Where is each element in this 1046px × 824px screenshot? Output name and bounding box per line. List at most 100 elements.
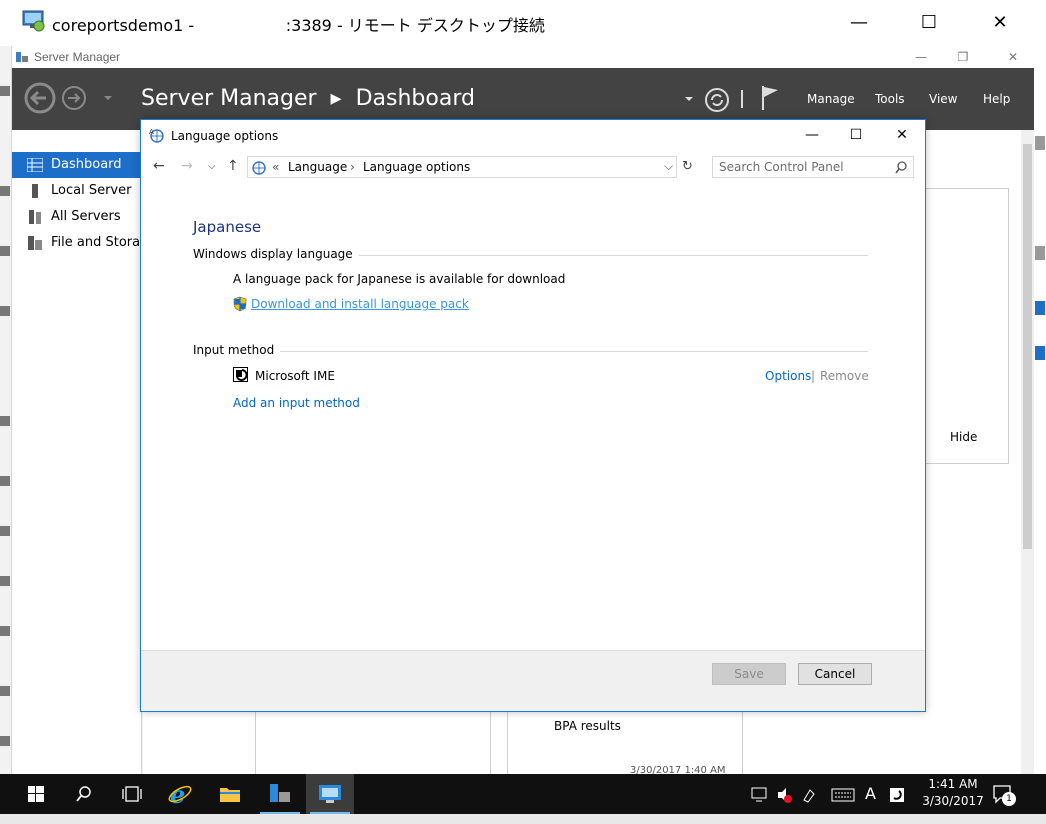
nav-item-dashboard[interactable]: Dashboard	[12, 152, 142, 178]
breadcrumb-separator-icon: ›	[350, 160, 355, 174]
ime-icon	[233, 367, 248, 382]
menu-tools[interactable]: Tools	[875, 92, 905, 106]
flag-icon[interactable]	[760, 84, 782, 112]
clock-date: 3/30/2017	[922, 794, 984, 808]
server-manager-icon	[270, 784, 290, 802]
search-button[interactable]	[60, 774, 108, 814]
address-box[interactable]: « Language › Language options ⌵	[247, 156, 677, 178]
system-tray-icons[interactable]	[750, 786, 910, 804]
back-forward-icon[interactable]	[24, 82, 114, 114]
refresh-icon[interactable]	[704, 87, 730, 113]
dialog-maximize-button[interactable]: ☐	[833, 122, 879, 148]
file-explorer-button[interactable]	[206, 774, 254, 814]
ime-name: Microsoft IME	[255, 369, 335, 383]
bpa-results-label: BPA results	[554, 719, 621, 733]
servers-icon	[29, 210, 41, 224]
nav-item-label: File and Storage Services	[51, 235, 142, 250]
notification-badge: 1	[1002, 792, 1016, 806]
rdp-titlebar: coreportsdemo1 - :3389 - リモート デスクトップ接続 —…	[0, 0, 1046, 46]
nav-item-file-storage[interactable]: File and Storage Services	[12, 230, 142, 256]
chevron-down-icon[interactable]	[684, 94, 694, 104]
action-center-button[interactable]: 1	[990, 782, 1020, 808]
search-box[interactable]	[712, 156, 914, 178]
input-method-section: Input method	[193, 343, 868, 359]
nav-item-label: All Servers	[51, 209, 121, 224]
task-view-button[interactable]	[108, 774, 156, 814]
dialog-close-button[interactable]: ✕	[879, 122, 925, 148]
divider	[741, 90, 743, 108]
hide-link[interactable]: Hide	[950, 430, 977, 444]
windows-logo-icon	[28, 786, 44, 802]
breadcrumb-language-options[interactable]: Language options	[363, 160, 470, 174]
close-button[interactable]: ✕	[977, 8, 1023, 38]
refresh-icon[interactable]: ↻	[682, 159, 693, 174]
dialog-title: Language options	[171, 129, 279, 143]
add-input-method-link[interactable]: Add an input method	[233, 396, 360, 410]
sm-restore-button[interactable]: ❐	[946, 46, 980, 68]
rdp-window-title: coreportsdemo1 - :3389 - リモート デスクトップ接続	[52, 16, 545, 35]
menu-help[interactable]: Help	[983, 92, 1010, 106]
server-manager-titlebar: Server Manager — ❐ ✕	[12, 46, 1034, 68]
taskbar: e A 1:41 AM 3/30/2017 1	[0, 774, 1046, 814]
options-link[interactable]: Options	[765, 369, 811, 383]
dialog-footer: Save Cancel	[141, 650, 925, 711]
nav-item-local-server[interactable]: Local Server	[12, 178, 142, 204]
language-icon: A	[149, 128, 164, 143]
save-button[interactable]: Save	[712, 663, 786, 685]
sm-minimize-button[interactable]: —	[904, 46, 938, 68]
section-label: Windows display language	[193, 247, 359, 261]
display-language-section: Windows display language	[193, 247, 868, 263]
clock[interactable]: 1:41 AM 3/30/2017	[918, 776, 988, 810]
back-arrow-icon[interactable]: ←	[153, 158, 165, 174]
breadcrumb-language[interactable]: Language	[288, 160, 347, 174]
remote-desktop-icon	[22, 10, 45, 32]
recent-locations-icon[interactable]: ⌵	[208, 161, 216, 172]
address-dropdown-icon[interactable]: ⌵	[664, 159, 673, 174]
dashboard-scrollbar[interactable]	[1021, 130, 1034, 774]
maximize-button[interactable]: ☐	[906, 8, 952, 38]
internet-explorer-icon: e	[168, 782, 192, 806]
language-options-dialog: A Language options — ☐ ✕ ← → ⌵ ↑ « Langu…	[140, 119, 926, 712]
dialog-body: Japanese Windows display language A lang…	[141, 180, 925, 650]
search-icon	[76, 786, 91, 802]
server-manager-nav: Dashboard Local Server All Servers File …	[12, 130, 142, 774]
welcome-tile: Hide	[923, 188, 1009, 464]
storage-icon	[28, 236, 42, 250]
background-window-edge-icon	[0, 86, 10, 746]
section-label: Input method	[193, 343, 281, 357]
sm-close-button[interactable]: ✕	[996, 46, 1030, 68]
task-view-icon	[122, 786, 142, 802]
svg-text:A: A	[149, 128, 154, 136]
control-panel-taskbar-button[interactable]	[306, 774, 354, 814]
nav-item-label: Dashboard	[51, 157, 122, 172]
start-button[interactable]	[12, 774, 60, 814]
internet-explorer-button[interactable]: e	[156, 774, 204, 814]
language-heading: Japanese	[193, 218, 262, 236]
background-window-right-edge	[1034, 46, 1046, 774]
breadcrumb: Server Manager ▸ Dashboard	[141, 86, 475, 111]
server-manager-taskbar-button[interactable]	[256, 774, 304, 814]
search-input[interactable]	[719, 159, 887, 175]
dialog-minimize-button[interactable]: —	[789, 122, 835, 148]
background-window-left-edge	[0, 46, 12, 774]
search-icon[interactable]	[895, 161, 908, 174]
language-pack-text: A language pack for Japanese is availabl…	[233, 272, 566, 286]
menu-manage[interactable]: Manage	[807, 92, 855, 106]
menu-view[interactable]: View	[929, 92, 957, 106]
bottom-edge	[0, 814, 1046, 824]
uac-shield-icon	[233, 296, 247, 312]
download-language-pack-link[interactable]: Download and install language pack	[251, 297, 469, 311]
input-language-indicator[interactable]: A	[865, 784, 876, 803]
cancel-button[interactable]: Cancel	[798, 663, 872, 685]
minimize-button[interactable]: —	[836, 8, 882, 38]
language-icon	[252, 161, 266, 175]
folder-icon	[220, 788, 240, 802]
section-divider	[193, 351, 868, 352]
address-prefix: «	[272, 160, 280, 174]
up-arrow-icon[interactable]: ↑	[227, 158, 239, 174]
address-bar-row: ← → ⌵ ↑ « Language › Language options ⌵ …	[141, 154, 925, 180]
nav-item-all-servers[interactable]: All Servers	[12, 204, 142, 230]
forward-arrow-icon[interactable]: →	[181, 158, 193, 174]
scrollbar-thumb[interactable]	[1023, 144, 1032, 549]
server-manager-title: Server Manager	[34, 50, 121, 64]
